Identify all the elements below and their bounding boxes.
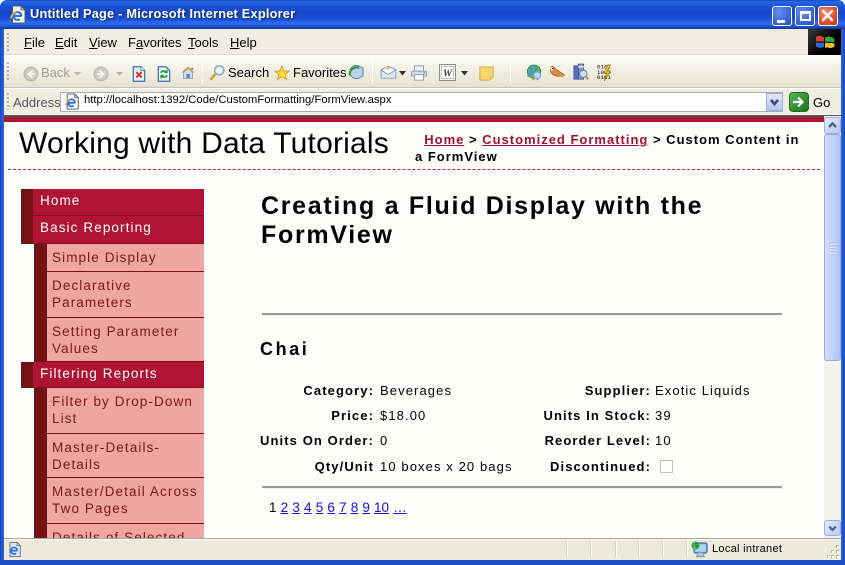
svg-text:W: W bbox=[443, 68, 453, 79]
